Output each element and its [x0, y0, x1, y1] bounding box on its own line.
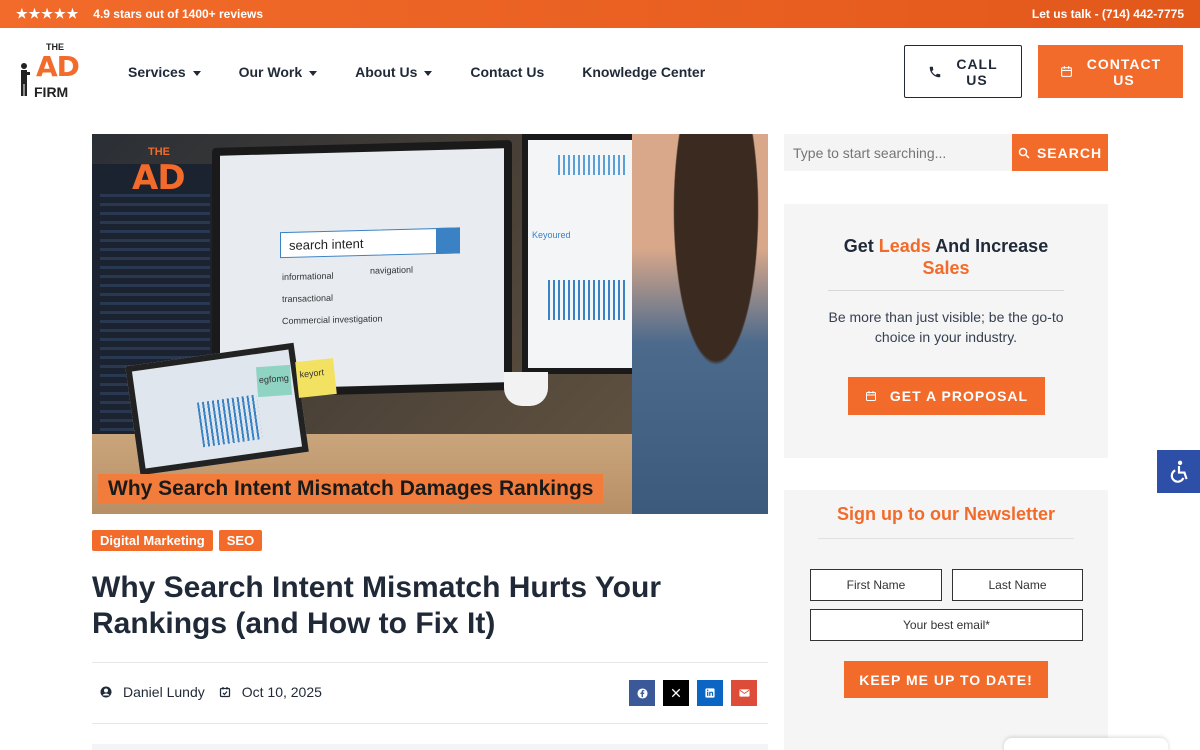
first-name-placeholder: First Name — [846, 578, 906, 592]
get-proposal-label: GET A PROPOSAL — [889, 388, 1029, 404]
chevron-down-icon — [309, 70, 318, 76]
top-bar: ★★★★★ 4.9 stars out of 1400+ reviews Let… — [0, 0, 1200, 28]
hero-check-2: navigationl — [370, 264, 414, 276]
email-field[interactable]: Your best email* — [810, 609, 1083, 641]
first-name-field[interactable]: First Name — [810, 569, 942, 601]
logo-ad: AD — [36, 50, 80, 83]
search-icon — [1018, 147, 1030, 159]
nav-knowledge-center[interactable]: Knowledge Center — [582, 64, 705, 80]
leads-divider — [828, 290, 1064, 291]
leads-card: Get Leads And Increase Sales Be more tha… — [784, 204, 1108, 458]
keep-me-up-to-date-button[interactable]: KEEP ME UP TO DATE! — [844, 661, 1048, 698]
newsletter-title: Sign up to our Newsletter — [836, 504, 1055, 524]
nav-about-us[interactable]: About Us — [355, 64, 433, 80]
x-icon[interactable] — [663, 680, 689, 706]
post-tags: Digital Marketing SEO — [92, 530, 263, 551]
woman-figure — [632, 134, 768, 514]
calendar-icon — [865, 391, 876, 401]
share-buttons — [629, 680, 757, 706]
user-icon — [100, 686, 112, 698]
nav-services-label: Services — [128, 64, 186, 80]
nav-about-us-label: About Us — [355, 64, 418, 80]
hero-logo-ad: AD — [132, 158, 186, 198]
email-placeholder: Your best email* — [903, 618, 990, 632]
logo-firm: FIRM — [34, 84, 69, 100]
post-title: Why Search Intent Mismatch Hurts Your Ra… — [92, 571, 661, 640]
chevron-down-icon — [192, 70, 201, 76]
linkedin-icon[interactable] — [697, 680, 723, 706]
leads-title-highlight2: Sales — [922, 258, 970, 278]
hero-check-4: Commercial investigation — [282, 313, 383, 327]
tag-seo[interactable]: SEO — [218, 530, 263, 551]
post-date: Oct 10, 2025 — [241, 684, 322, 700]
phone-icon — [930, 66, 941, 77]
call-label-1: CALL — [956, 55, 998, 72]
last-name-field[interactable]: Last Name — [952, 569, 1083, 601]
phone-link[interactable]: Let us talk - (714) 442-7775 — [1032, 7, 1184, 21]
hero-search-text: search intent — [289, 235, 364, 253]
sticky-note-2: keyort — [295, 358, 337, 398]
leads-title-highlight1: Leads — [878, 236, 931, 256]
search-button[interactable]: SEARCH — [1012, 134, 1108, 171]
nav-contact-us-label: Contact Us — [470, 64, 545, 80]
tag-digital-marketing[interactable]: Digital Marketing — [92, 530, 213, 551]
rating-stars: ★★★★★ — [16, 6, 80, 21]
leads-title: Get Leads And Increase Sales — [784, 235, 1108, 279]
last-name-placeholder: Last Name — [988, 578, 1047, 592]
divider — [92, 662, 768, 663]
hero-caption: Why Search Intent Mismatch Damages Ranki… — [98, 474, 604, 504]
leads-body: Be more than just visible; be the go-to … — [828, 309, 1064, 345]
call-us-button[interactable]: CALL US — [904, 45, 1022, 98]
nav-our-work[interactable]: Our Work — [239, 64, 318, 80]
laptop — [125, 342, 309, 476]
newsletter-divider — [818, 538, 1074, 539]
site-header: THE AD FIRM Services Our Work About Us C… — [0, 28, 1200, 116]
search-input[interactable] — [784, 134, 1012, 171]
post-author[interactable]: Daniel Lundy — [123, 684, 205, 700]
calendar-icon — [1060, 66, 1072, 77]
sticky-note-1: egfomg — [255, 364, 293, 398]
contact-label-2: US — [1113, 71, 1135, 88]
nav-contact-us[interactable]: Contact Us — [470, 64, 544, 80]
leads-title-part1: Get — [843, 236, 879, 256]
hero-search-box: search intent — [280, 227, 460, 259]
content-strip — [92, 744, 768, 750]
hero-check-1: informational — [282, 270, 334, 283]
chevron-down-icon — [424, 70, 433, 76]
logo-figure-icon — [21, 63, 30, 96]
divider — [92, 723, 768, 724]
hero-panel-label: Keyoured — [532, 230, 571, 240]
get-proposal-button[interactable]: GET A PROPOSAL — [848, 377, 1045, 415]
email-icon[interactable] — [731, 680, 757, 706]
hero-logo-the: THE — [148, 146, 170, 158]
post-meta: Daniel Lundy Oct 10, 2025 — [100, 684, 322, 700]
newsletter-card: Sign up to our Newsletter First Name Las… — [784, 490, 1108, 750]
rating-text[interactable]: 4.9 stars out of 1400+ reviews — [93, 7, 263, 21]
accessibility-icon — [1170, 460, 1188, 483]
hero-check-3: transactional — [282, 292, 334, 305]
chat-widget-tab[interactable] — [1004, 738, 1168, 750]
search-button-label: SEARCH — [1036, 144, 1103, 161]
hero-search-icon — [436, 227, 460, 255]
main-nav: Services Our Work About Us Contact Us Kn… — [128, 64, 743, 80]
leads-title-part2: And Increase — [930, 236, 1049, 256]
facebook-icon[interactable] — [629, 680, 655, 706]
calendar-check-icon — [219, 687, 230, 698]
contact-label-1: CONTACT — [1086, 55, 1162, 72]
call-label-2: US — [966, 71, 988, 88]
contact-us-button[interactable]: CONTACT US — [1038, 45, 1183, 98]
nav-our-work-label: Our Work — [238, 64, 303, 80]
site-logo[interactable]: THE AD FIRM — [18, 42, 80, 102]
featured-image: search intent informational navigationl … — [92, 134, 768, 514]
accessibility-button[interactable] — [1157, 450, 1200, 493]
nav-knowledge-center-label: Knowledge Center — [582, 64, 706, 80]
coffee-cup — [504, 372, 548, 406]
nav-services[interactable]: Services — [128, 64, 201, 80]
